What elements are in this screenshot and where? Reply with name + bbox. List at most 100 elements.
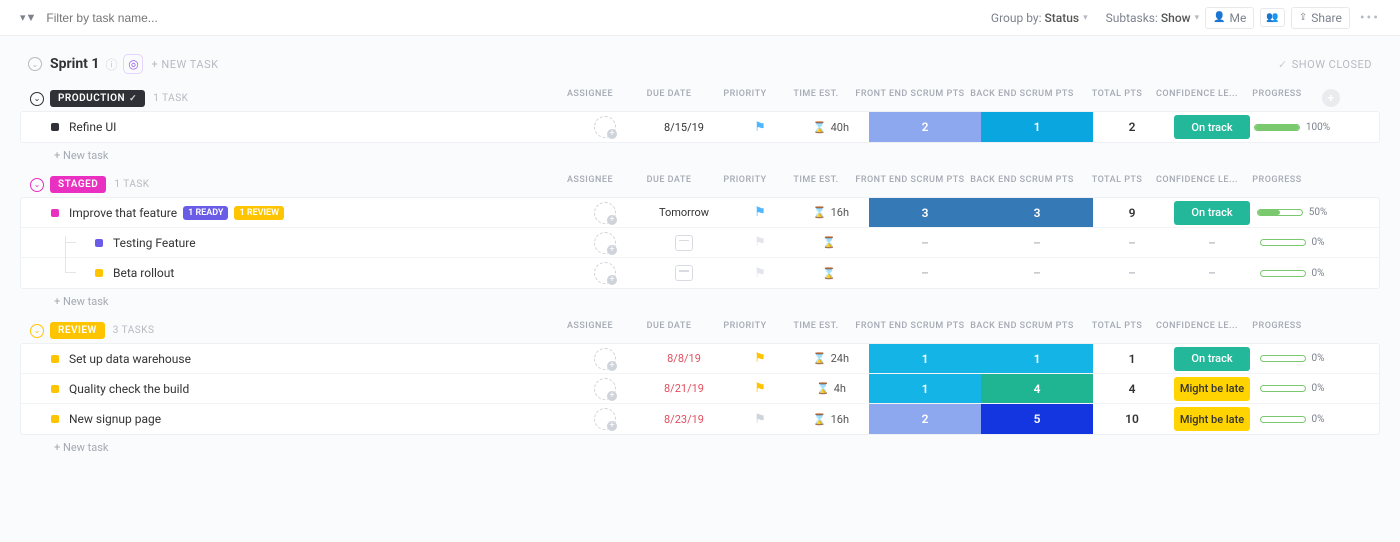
due-cell[interactable]: 8/21/19 [641,374,727,403]
confidence-cell[interactable]: – [1171,258,1253,288]
assignee-cell[interactable] [569,112,641,142]
time-cell[interactable]: ⌛24h [793,344,869,373]
col-front-scrum[interactable]: FRONT END SCRUM PTS [854,89,966,107]
col-due[interactable]: DUE DATE [626,321,712,331]
status-pill[interactable]: REVIEW [50,322,105,339]
priority-cell[interactable]: ⚑ [727,374,793,403]
filter-icon[interactable]: ▾▼ [20,11,36,24]
progress-cell[interactable]: 0% [1253,228,1331,257]
col-back-scrum[interactable]: BACK END SCRUM PTS [966,89,1078,107]
progress-cell[interactable]: 0% [1253,344,1331,373]
progress-cell[interactable]: 0% [1253,258,1331,288]
status-square[interactable] [51,209,59,217]
col-front-scrum[interactable]: FRONT END SCRUM PTS [854,321,966,331]
col-progress[interactable]: PROGRESS [1238,175,1316,185]
col-progress[interactable]: PROGRESS [1238,89,1316,107]
priority-cell[interactable]: ⚑ [727,198,793,227]
people-button[interactable]: 👥 [1260,8,1284,27]
priority-cell[interactable]: ⚑ [727,112,793,142]
task-title-cell[interactable]: Beta rollout [21,266,569,280]
total-cell[interactable]: 4 [1093,374,1171,403]
col-assignee[interactable]: ASSIGNEE [554,321,626,331]
col-assignee[interactable]: ASSIGNEE [554,89,626,107]
priority-cell[interactable]: ⚑ [727,344,793,373]
assignee-avatar[interactable] [594,408,616,430]
task-title-cell[interactable]: Refine UI [21,120,569,134]
due-cell[interactable]: 8/23/19 [641,404,727,434]
status-square[interactable] [51,415,59,423]
confidence-cell[interactable]: Might be late [1171,374,1253,403]
task-title-cell[interactable]: Quality check the build [21,382,569,396]
show-closed-toggle[interactable]: ✓ SHOW CLOSED [1278,58,1372,71]
total-cell[interactable]: – [1093,258,1171,288]
group-collapse-toggle[interactable]: ⌄ [30,324,44,338]
more-icon[interactable]: ••• [1360,10,1380,26]
front-cell[interactable]: 1 [869,344,981,373]
task-tag[interactable]: 1 READY [183,206,228,220]
col-total[interactable]: TOTAL PTS [1078,321,1156,331]
back-cell[interactable]: 5 [981,404,1093,434]
due-cell[interactable]: Tomorrow [641,198,727,227]
col-time[interactable]: TIME EST. [778,321,854,331]
time-cell[interactable]: ⌛40h [793,112,869,142]
assignee-cell[interactable] [569,404,641,434]
back-cell[interactable]: 1 [981,344,1093,373]
col-confidence[interactable]: CONFIDENCE LE... [1156,89,1238,107]
back-cell[interactable]: – [981,258,1093,288]
col-back-scrum[interactable]: BACK END SCRUM PTS [966,321,1078,331]
col-total[interactable]: TOTAL PTS [1078,89,1156,107]
col-priority[interactable]: PRIORITY [712,321,778,331]
status-pill[interactable]: STAGED [50,176,106,193]
col-time[interactable]: TIME EST. [778,175,854,185]
col-confidence[interactable]: CONFIDENCE LE... [1156,321,1238,331]
assignee-avatar[interactable] [594,348,616,370]
total-cell[interactable]: 9 [1093,198,1171,227]
subtasks-control[interactable]: Subtasks: Show ▾ [1106,11,1200,25]
status-square[interactable] [95,269,103,277]
due-cell[interactable] [641,258,727,288]
add-task-link[interactable]: + New task [20,143,1380,162]
task-title-cell[interactable]: Testing Feature [21,236,569,250]
assignee-cell[interactable] [569,344,641,373]
front-cell[interactable]: – [869,228,981,257]
task-tag[interactable]: 1 REVIEW [234,206,284,220]
col-total[interactable]: TOTAL PTS [1078,175,1156,185]
total-cell[interactable]: – [1093,228,1171,257]
task-title-cell[interactable]: New signup page [21,412,569,426]
status-square[interactable] [51,123,59,131]
due-cell[interactable]: 8/15/19 [641,112,727,142]
share-button[interactable]: ⇪ Share [1291,7,1350,29]
task-title-cell[interactable]: Set up data warehouse [21,352,569,366]
total-cell[interactable]: 2 [1093,112,1171,142]
filter-input[interactable] [44,10,304,26]
assignee-avatar[interactable] [594,232,616,254]
col-priority[interactable]: PRIORITY [712,89,778,107]
confidence-cell[interactable]: – [1171,228,1253,257]
time-cell[interactable]: ⌛ [793,258,869,288]
assignee-cell[interactable] [569,198,641,227]
status-pill[interactable]: PRODUCTION✓ [50,90,145,107]
status-square[interactable] [51,385,59,393]
assignee-avatar[interactable] [594,202,616,224]
confidence-cell[interactable]: On track [1171,112,1253,142]
due-cell[interactable]: 8/8/19 [641,344,727,373]
group-collapse-toggle[interactable]: ⌄ [30,92,44,106]
total-cell[interactable]: 1 [1093,344,1171,373]
confidence-cell[interactable]: On track [1171,344,1253,373]
total-cell[interactable]: 10 [1093,404,1171,434]
col-back-scrum[interactable]: BACK END SCRUM PTS [966,175,1078,185]
assignee-cell[interactable] [569,258,641,288]
confidence-cell[interactable]: Might be late [1171,404,1253,434]
assignee-avatar[interactable] [594,116,616,138]
target-icon[interactable]: ◎ [123,54,143,74]
back-cell[interactable]: – [981,228,1093,257]
add-column-button[interactable]: + [1322,89,1340,107]
front-cell[interactable]: 2 [869,112,981,142]
priority-cell[interactable]: ⚑ [727,258,793,288]
col-due[interactable]: DUE DATE [626,89,712,107]
assignee-cell[interactable] [569,374,641,403]
front-cell[interactable]: 1 [869,374,981,403]
add-task-link[interactable]: + New task [20,289,1380,308]
front-cell[interactable]: 3 [869,198,981,227]
col-front-scrum[interactable]: FRONT END SCRUM PTS [854,175,966,185]
